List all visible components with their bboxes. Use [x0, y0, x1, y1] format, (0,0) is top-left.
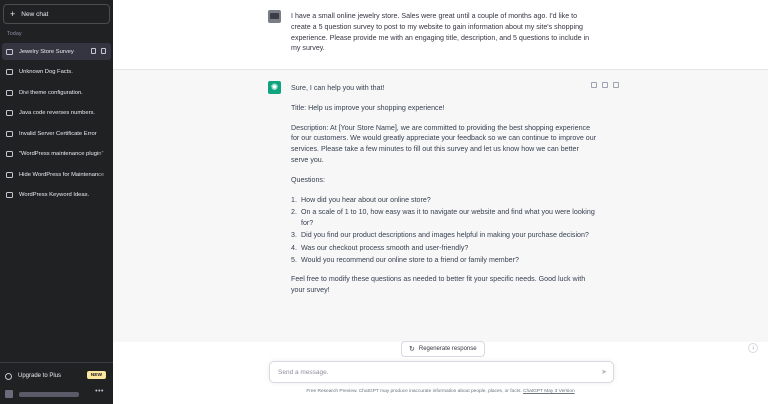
message-input[interactable]	[270, 362, 590, 382]
message-actions	[591, 82, 619, 88]
chat-item[interactable]: Divi theme configuration.	[2, 84, 111, 101]
assistant-intro: Sure, I can help you with that!	[291, 84, 385, 92]
assistant-message: ✺ Sure, I can help you with that! Title:…	[113, 70, 768, 342]
chat-item[interactable]: Unknown Dog Facts.	[2, 63, 111, 81]
list-item: 3. Did you find our product descriptions …	[291, 231, 589, 240]
chat-item[interactable]: Java code reverses numbers.	[2, 104, 111, 122]
upgrade-label: Upgrade to Plus	[18, 373, 62, 379]
chat-bubble-icon	[6, 192, 13, 198]
list-item: 5. Would you recommend our online store t…	[291, 255, 519, 264]
more-options-icon[interactable]: •••	[95, 388, 104, 395]
chat-item-label: WordPress Keyword Ideas.	[19, 192, 90, 198]
assistant-message-body: Sure, I can help you with that! Title: H…	[291, 83, 597, 304]
survey-title: Title: Help us improve your shopping exp…	[291, 103, 445, 112]
user-icon	[5, 372, 12, 380]
chat-bubble-icon	[6, 171, 13, 178]
section-label-today: Today	[7, 31, 22, 37]
thumbs-up-icon[interactable]	[602, 82, 608, 88]
chat-history-list: Jewelry Store Survey Unknown Dog Facts. …	[2, 43, 111, 207]
openai-logo-icon: ✺	[268, 81, 281, 94]
chat-item-label: Java code reverses numbers.	[19, 110, 96, 116]
copy-icon[interactable]	[591, 82, 597, 88]
list-item: 1. How did you hear about our online stor…	[291, 195, 431, 204]
chat-bubble-icon	[6, 130, 13, 137]
survey-description: Description: At [Your Store Name], we ar…	[291, 123, 597, 164]
new-chat-label: New chat	[21, 10, 49, 18]
thumbs-down-icon[interactable]	[613, 82, 619, 88]
sidebar: + New chat Today Jewelry Store Survey Un…	[0, 0, 113, 404]
questions-heading: Questions:	[291, 175, 325, 184]
regenerate-label: Regenerate response	[418, 346, 477, 352]
account-email-redacted	[19, 391, 79, 397]
chat-bubble-icon	[6, 89, 13, 96]
chat-bubble-icon	[6, 110, 13, 116]
refresh-icon: ↻	[409, 346, 415, 353]
footer-disclaimer: Free Research Preview. ChatGPT may produ…	[113, 389, 768, 394]
new-chat-button[interactable]: + New chat	[3, 4, 110, 24]
chat-item[interactable]: "WordPress maintenance plugin"	[2, 145, 111, 163]
chat-item-label: Unknown Dog Facts.	[19, 69, 73, 75]
plus-icon: +	[10, 8, 16, 19]
chat-item-label: "WordPress maintenance plugin"	[19, 151, 104, 157]
chat-item[interactable]: WordPress Keyword Ideas.	[2, 186, 111, 204]
delete-icon[interactable]	[101, 48, 106, 54]
upgrade-to-plus-button[interactable]: Upgrade to Plus NEW	[5, 369, 108, 383]
list-item: 4. Was our checkout process smooth and us…	[291, 243, 469, 252]
disclaimer-text: Free Research Preview. ChatGPT may produ…	[306, 389, 522, 394]
avatar	[5, 390, 13, 398]
new-badge: NEW	[86, 371, 106, 379]
chat-item-label: Divi theme configuration.	[19, 89, 83, 96]
regenerate-response-button[interactable]: ↻ Regenerate response	[401, 341, 485, 357]
user-message: I have a small online jewelry store. Sal…	[113, 0, 768, 70]
chat-item-label: Hide WordPress for Maintenance	[19, 171, 105, 178]
chat-item-jewelry-store-survey[interactable]: Jewelry Store Survey	[2, 43, 111, 60]
chat-bubble-icon	[6, 69, 13, 75]
chat-item[interactable]: Hide WordPress for Maintenance	[2, 166, 111, 183]
chat-item[interactable]: Invalid Server Certificate Error	[2, 125, 111, 142]
account-menu[interactable]: •••	[5, 387, 108, 401]
user-avatar	[268, 10, 281, 23]
send-icon[interactable]: ➤	[601, 368, 607, 376]
list-item: 2. On a scale of 1 to 10, how easy was it…	[291, 207, 595, 227]
questions-list: 1. How did you hear about our online stor…	[291, 195, 597, 266]
version-link[interactable]: ChatGPT May 3 Version	[523, 389, 575, 394]
user-message-text: I have a small online jewelry store. Sal…	[291, 12, 590, 53]
chat-item-label: Invalid Server Certificate Error	[19, 130, 97, 137]
scroll-down-button[interactable]: ↓	[748, 343, 758, 353]
sidebar-footer: Upgrade to Plus NEW •••	[0, 362, 113, 404]
chat-bubble-icon	[6, 151, 13, 157]
message-composer: ➤	[269, 361, 614, 383]
chat-bubble-icon	[6, 48, 13, 55]
chat-item-label: Jewelry Store Survey	[19, 48, 74, 55]
assistant-closing: Feel free to modify these questions as n…	[291, 274, 586, 294]
chat-main: I have a small online jewelry store. Sal…	[113, 0, 768, 404]
edit-icon[interactable]	[91, 48, 96, 54]
